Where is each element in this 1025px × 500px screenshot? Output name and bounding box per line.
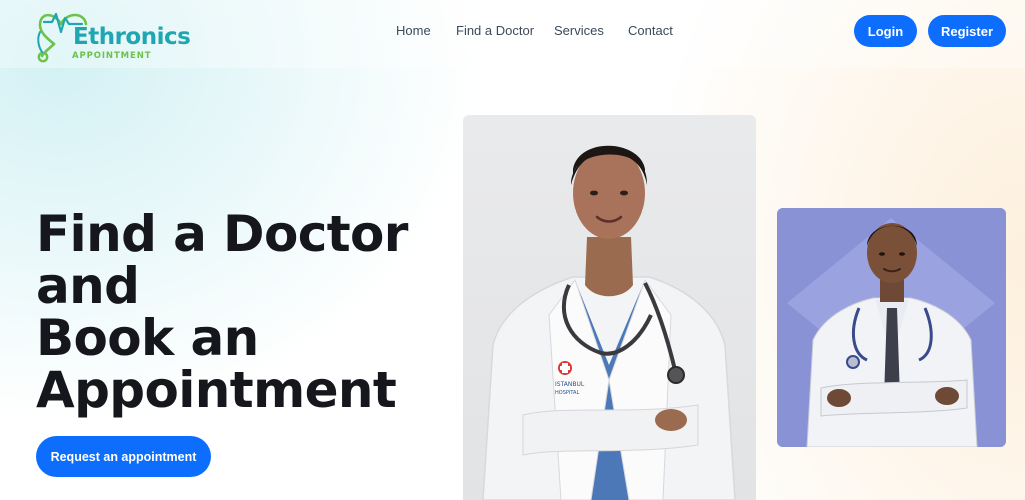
brand-name: Ethronics	[73, 24, 191, 50]
nav-find-a-doctor[interactable]: Find a Doctor	[456, 23, 534, 38]
login-button[interactable]: Login	[854, 15, 917, 47]
hero-title-line: and	[36, 257, 140, 315]
hospital-badge-line: ISTANBUL	[555, 381, 585, 388]
request-appointment-button[interactable]: Request an appointment	[36, 436, 211, 477]
male-doctor-photo	[777, 208, 1006, 447]
nav-services[interactable]: Services	[554, 23, 604, 38]
hospital-badge-line: HOSPITAL	[555, 390, 579, 396]
hero-title: Find a Doctor and Book an Appointment	[36, 208, 446, 416]
nav-home[interactable]: Home	[396, 23, 431, 38]
female-doctor-photo: ISTANBUL HOSPITAL	[463, 115, 756, 500]
nav-contact[interactable]: Contact	[628, 23, 673, 38]
brand-logo[interactable]: Ethronics APPOINTMENT	[34, 0, 204, 66]
brand-tagline: APPOINTMENT	[72, 51, 152, 61]
hero-title-line: Find a Doctor	[36, 205, 408, 263]
hero-title-line: Book an	[36, 309, 259, 367]
hero-title-line: Appointment	[36, 361, 397, 419]
register-button[interactable]: Register	[928, 15, 1006, 47]
